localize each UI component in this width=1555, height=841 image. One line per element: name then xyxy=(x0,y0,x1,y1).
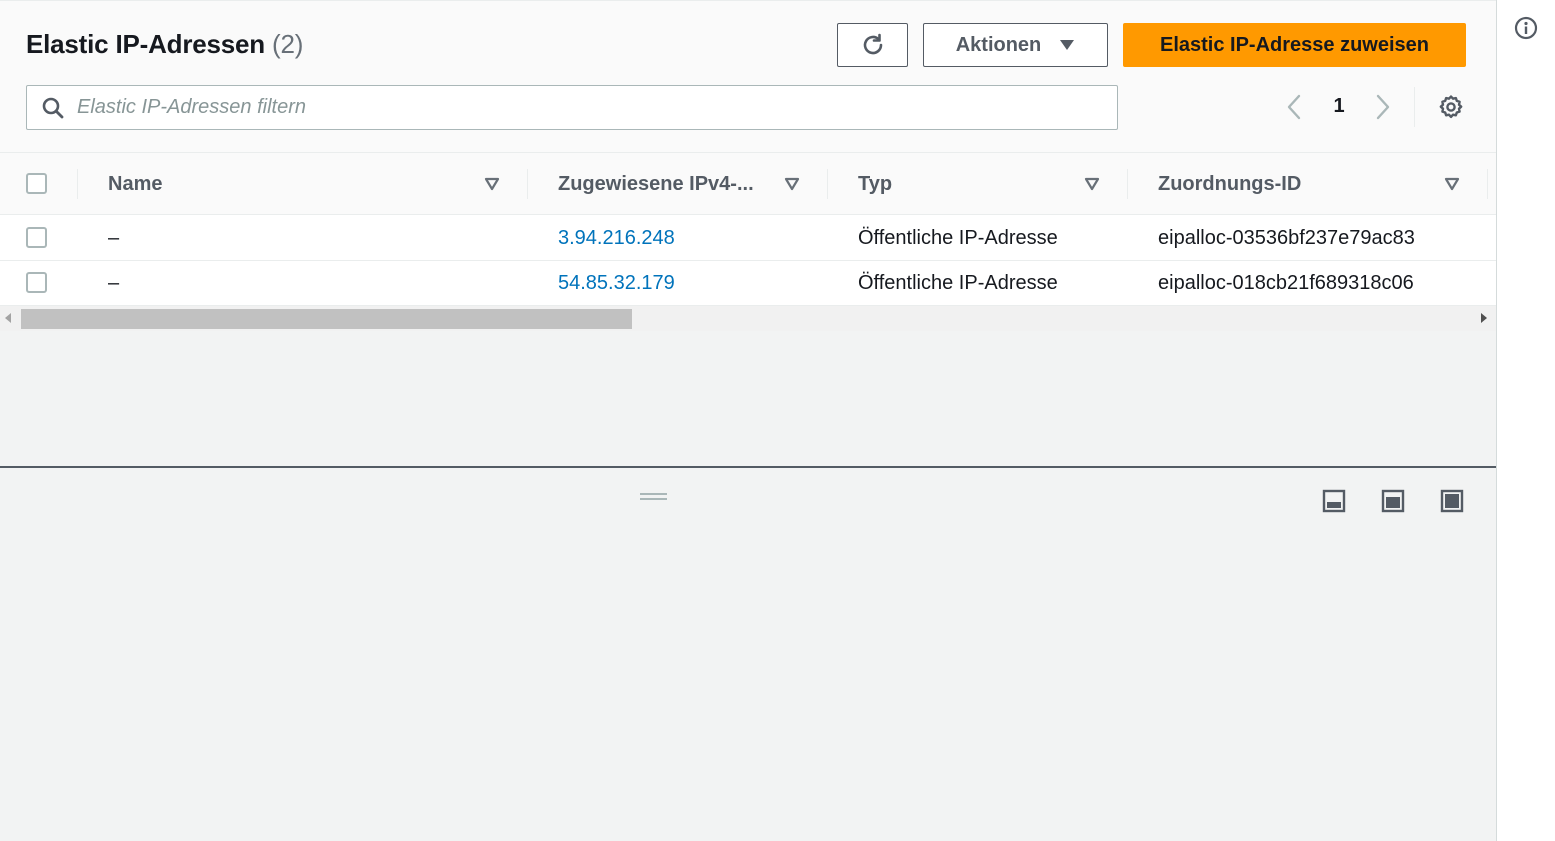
pagination-prev-icon[interactable] xyxy=(1282,93,1306,121)
filter-field[interactable] xyxy=(26,85,1118,130)
allocate-label: Elastic IP-Adresse zuweisen xyxy=(1159,33,1429,56)
refresh-button[interactable] xyxy=(837,23,908,67)
scroll-left-icon[interactable] xyxy=(5,313,11,323)
actions-dropdown-button[interactable]: Aktionen xyxy=(923,23,1108,67)
panel-full-icon[interactable] xyxy=(1440,489,1464,513)
table-column-headers: Name Zugewiesene IPv4-... Typ Zuordnungs… xyxy=(0,153,1496,215)
pagination-current-page[interactable]: 1 xyxy=(1326,95,1352,118)
page-title: Elastic IP-Adressen (2) xyxy=(26,29,303,60)
horizontal-scrollbar[interactable] xyxy=(0,306,1496,331)
column-header-ipv4[interactable]: Zugewiesene IPv4-... xyxy=(558,153,754,215)
column-separator xyxy=(77,169,78,199)
filter-input[interactable] xyxy=(77,86,1107,129)
table-row[interactable]: – 3.94.216.248 Öffentliche IP-Adresse ei… xyxy=(0,216,1496,261)
panel-bottom-icon[interactable] xyxy=(1322,489,1346,513)
cell-type: Öffentliche IP-Adresse xyxy=(858,227,1058,249)
elastic-ip-table-container: Elastic IP-Adressen (2) Aktionen Elastic… xyxy=(0,0,1496,331)
sort-icon[interactable] xyxy=(784,177,800,191)
table-header-area: Elastic IP-Adressen (2) Aktionen Elastic… xyxy=(0,1,1496,153)
column-separator xyxy=(827,169,828,199)
pagination-divider xyxy=(1414,87,1415,127)
info-icon[interactable] xyxy=(1514,16,1538,40)
title-count: (2) xyxy=(272,29,304,59)
sort-icon[interactable] xyxy=(484,177,500,191)
scrollbar-thumb[interactable] xyxy=(21,309,632,329)
caret-down-icon xyxy=(1060,40,1075,50)
cell-name: – xyxy=(108,227,120,249)
split-panel xyxy=(0,466,1496,841)
cell-allocation-id: eipalloc-03536bf237e79ac83 xyxy=(1158,227,1415,249)
select-all-checkbox[interactable] xyxy=(26,173,47,194)
actions-label: Aktionen xyxy=(955,33,1042,56)
drag-handle-icon[interactable] xyxy=(640,493,667,501)
scroll-right-icon[interactable] xyxy=(1481,313,1487,323)
allocate-elastic-ip-button[interactable]: Elastic IP-Adresse zuweisen xyxy=(1123,23,1466,67)
column-header-type[interactable]: Typ xyxy=(858,153,892,215)
pagination-next-icon[interactable] xyxy=(1371,93,1395,121)
column-separator xyxy=(1487,169,1488,199)
column-header-allocation-id[interactable]: Zuordnungs-ID xyxy=(1158,153,1301,215)
cell-name: – xyxy=(108,272,120,294)
column-header-name[interactable]: Name xyxy=(108,153,162,215)
main-content: Elastic IP-Adressen (2) Aktionen Elastic… xyxy=(0,0,1496,841)
row-checkbox[interactable] xyxy=(26,272,47,293)
column-separator xyxy=(1127,169,1128,199)
cell-ip-link[interactable]: 54.85.32.179 xyxy=(558,261,675,306)
sort-icon[interactable] xyxy=(1084,177,1100,191)
table-row[interactable]: – 54.85.32.179 Öffentliche IP-Adresse ei… xyxy=(0,261,1496,306)
settings-gear-icon[interactable] xyxy=(1438,94,1464,120)
sort-icon[interactable] xyxy=(1444,177,1460,191)
right-tools-rail xyxy=(1496,0,1555,841)
row-checkbox[interactable] xyxy=(26,227,47,248)
refresh-icon xyxy=(863,33,882,55)
search-icon xyxy=(42,97,64,119)
cell-allocation-id: eipalloc-018cb21f689318c06 xyxy=(1158,272,1414,294)
column-separator xyxy=(527,169,528,199)
title-text: Elastic IP-Adressen xyxy=(26,29,265,59)
panel-middle-icon[interactable] xyxy=(1381,489,1405,513)
cell-type: Öffentliche IP-Adresse xyxy=(858,272,1058,294)
cell-ip-link[interactable]: 3.94.216.248 xyxy=(558,216,675,261)
